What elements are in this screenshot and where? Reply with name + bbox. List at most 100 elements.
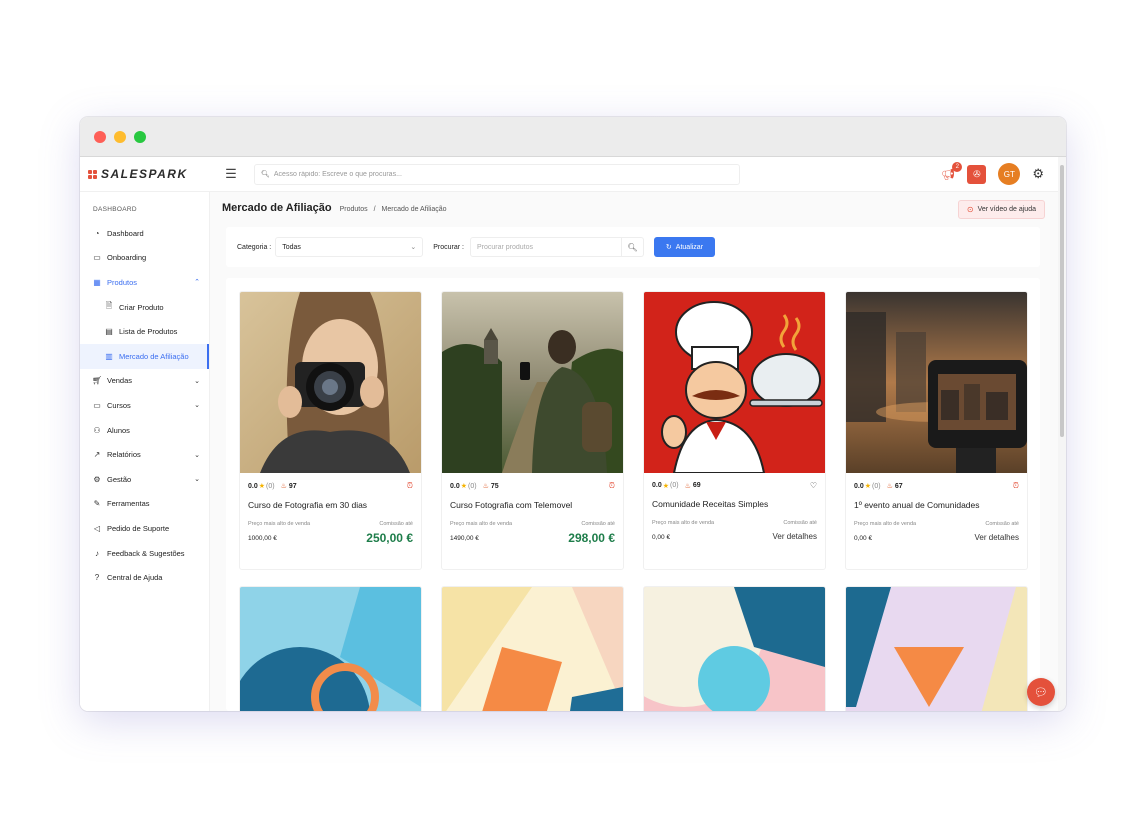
product-title: 1º evento anual de Comunidades: [854, 500, 980, 510]
chevron-down-icon: ⌄: [194, 476, 200, 484]
sidebar-item-cursos[interactable]: ▭ Cursos ⌄: [80, 393, 209, 418]
alarm-icon[interactable]: ⏰︎: [407, 481, 413, 491]
product-image-photographer: [240, 292, 421, 473]
sidebar-item-relatorios[interactable]: ↗ Relatórios ⌄: [80, 442, 209, 467]
megaphone-icon: ◁: [93, 523, 101, 533]
avatar[interactable]: GT: [998, 163, 1021, 185]
rating-value: 0.0: [652, 482, 662, 489]
logo[interactable]: SALESPARK: [80, 167, 210, 181]
menu-collapse-icon[interactable]: ☰: [216, 166, 246, 182]
chat-button[interactable]: 💬︎: [1027, 678, 1055, 706]
sidebar-item-label: Gestão: [107, 474, 132, 484]
page-scrollbar[interactable]: [1058, 157, 1066, 711]
star-icon: ★: [864, 483, 872, 490]
commission-label: Comissão até: [581, 521, 615, 527]
price-label: Preço mais alto de venda: [854, 521, 917, 527]
chevron-down-icon: ⌄: [194, 451, 200, 459]
price-value: 1000,00 €: [248, 535, 277, 542]
product-card[interactable]: [845, 586, 1028, 711]
sidebar: DASHBOARD ◔ Dashboard ▭ Onboarding ▦ Produt…: [80, 192, 210, 711]
sidebar-item-label: Dashboard: [107, 228, 144, 238]
product-search-input[interactable]: [469, 237, 622, 257]
sidebar-item-feedback[interactable]: ♪ Feedback & Sugestões: [80, 541, 209, 566]
fire-icon: ♨: [280, 483, 287, 490]
close-window-button[interactable]: [94, 130, 106, 143]
search-icon: 🔍︎: [627, 242, 638, 252]
rating-value: 0.0: [854, 482, 864, 490]
product-card[interactable]: [239, 586, 422, 711]
product-card[interactable]: 0.0 ★ (0) ♨ 69 ♡ Comunidade Receitas Sim…: [643, 291, 826, 570]
chevron-up-icon: ⌃: [194, 279, 200, 287]
page-title: Mercado de Afiliação: [222, 202, 332, 214]
category-select[interactable]: Todas ⌄: [275, 237, 424, 257]
hot-score: 67: [894, 482, 903, 490]
view-details-link[interactable]: Ver detalhes: [773, 532, 817, 541]
price-value: 0,00 €: [652, 534, 671, 541]
search-icon: 🔍︎: [261, 171, 270, 178]
alarm-icon[interactable]: ⏰︎: [609, 481, 615, 491]
product-card[interactable]: [643, 586, 826, 711]
review-count: (0): [468, 482, 477, 490]
sidebar-item-lista-produtos[interactable]: ▤ Lista de Produtos: [80, 319, 209, 344]
category-label: Categoria :: [237, 243, 272, 251]
sidebar-item-produtos[interactable]: ▦ Produtos ⌃: [80, 270, 209, 295]
sidebar-section-title: DASHBOARD: [93, 206, 137, 213]
heart-icon[interactable]: ♡: [810, 481, 817, 490]
gear-icon[interactable]: ⚙︎: [1032, 166, 1044, 182]
commission-value: 298,00 €: [568, 531, 615, 545]
sidebar-item-ferramentas[interactable]: ✎ Ferramentas: [80, 492, 209, 517]
quick-search-input[interactable]: [273, 170, 714, 178]
sidebar-item-label: Relatórios: [107, 450, 141, 460]
refresh-label: Atualizar: [675, 243, 704, 251]
review-count: (0): [872, 482, 881, 490]
sidebar-item-dashboard[interactable]: ◔ Dashboard: [80, 221, 209, 246]
product-card[interactable]: [441, 586, 624, 711]
commission-label: Comissão até: [379, 521, 413, 527]
main-content: Mercado de Afiliação Produtos / Mercado …: [210, 192, 1058, 711]
table-icon: ▤: [105, 327, 113, 337]
sidebar-item-criar-produto[interactable]: 🗎︎ Criar Produto: [80, 295, 209, 320]
product-card[interactable]: 0.0 ★ (0) ♨ 75 ⏰︎ Curso Fotografia com T…: [441, 291, 624, 570]
refresh-button[interactable]: ↻ Atualizar: [653, 237, 715, 257]
sidebar-item-label: Central de Ajuda: [107, 573, 163, 583]
bug-icon: ✇: [973, 168, 981, 179]
sidebar-item-vendas[interactable]: 🛒︎ Vendas ⌄: [80, 369, 209, 394]
product-card[interactable]: 0.0 ★ (0) ♨ 97 ⏰︎ Curso de Fotografia em…: [239, 291, 422, 570]
users-icon: ⚇: [93, 425, 101, 435]
view-details-link[interactable]: Ver detalhes: [975, 533, 1019, 542]
sidebar-item-label: Pedido de Suporte: [107, 523, 170, 533]
breadcrumb-link-produtos[interactable]: Produtos: [340, 206, 368, 213]
sidebar-item-label: Onboarding: [107, 253, 147, 263]
fire-icon: ♨: [482, 483, 489, 490]
breadcrumb-separator: /: [373, 206, 376, 213]
product-card[interactable]: 0.0 ★ (0) ♨ 67 ⏰︎ 1º evento anual de Com…: [845, 291, 1028, 570]
sidebar-item-label: Feedback & Sugestões: [107, 548, 185, 558]
alarm-icon[interactable]: ⏰︎: [1013, 481, 1019, 491]
commission-label: Comissão até: [783, 520, 817, 526]
megaphone-icon[interactable]: 📢︎ 2: [941, 161, 963, 181]
sidebar-item-central-ajuda[interactable]: ? Central de Ajuda: [80, 565, 209, 590]
product-image-chef: [644, 292, 825, 473]
product-image-abstract: [846, 587, 1027, 711]
refresh-icon: ↻: [665, 244, 672, 251]
minimize-window-button[interactable]: [114, 130, 126, 143]
commission-label: Comissão até: [985, 521, 1019, 527]
sidebar-item-onboarding[interactable]: ▭ Onboarding: [80, 246, 209, 271]
search-label: Procurar :: [433, 243, 464, 251]
maximize-window-button[interactable]: [134, 130, 146, 143]
sidebar-item-mercado-afiliacao[interactable]: ▥ Mercado de Afiliação: [80, 343, 209, 369]
scrollbar-thumb[interactable]: [1060, 165, 1064, 437]
product-image-abstract: [644, 587, 825, 711]
sidebar-item-suporte[interactable]: ◁ Pedido de Suporte: [80, 516, 209, 541]
price-label: Preço mais alto de venda: [248, 521, 311, 527]
help-video-button[interactable]: ⊙ Ver vídeo de ajuda: [957, 200, 1045, 219]
search-button[interactable]: 🔍︎: [621, 237, 644, 257]
price-label: Preço mais alto de venda: [652, 520, 715, 526]
bug-report-button[interactable]: ✇: [967, 164, 987, 184]
star-icon: ★: [258, 483, 266, 490]
video-icon: ▭: [93, 253, 101, 263]
product-image-abstract: [240, 587, 421, 711]
product-title: Curso Fotografia com Telemovel: [450, 500, 573, 510]
sidebar-item-alunos[interactable]: ⚇ Alunos: [80, 418, 209, 443]
sidebar-item-gestao[interactable]: ⚙︎ Gestão ⌄: [80, 467, 209, 492]
